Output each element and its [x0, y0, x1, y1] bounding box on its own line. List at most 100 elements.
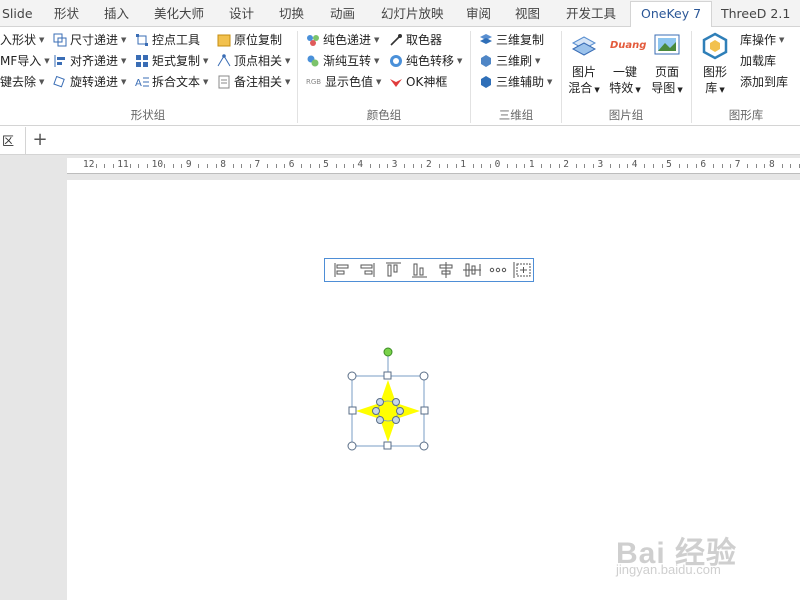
align-icon — [53, 54, 67, 68]
align-right-icon[interactable] — [355, 260, 381, 280]
ruler-tick — [181, 164, 183, 168]
threed-brush-button[interactable]: 三维刷 ▼ — [479, 51, 540, 71]
ruler-tick — [95, 164, 97, 168]
tab-design[interactable]: 设计 — [229, 0, 254, 27]
size-progress-button[interactable]: 尺寸递进 ▼ — [53, 30, 126, 50]
matrix-copy-label: 矩式复制 — [152, 54, 201, 68]
dropdown-arrow-icon: ▼ — [285, 78, 291, 86]
align-toolbar — [324, 258, 534, 282]
align-top-icon[interactable] — [381, 260, 407, 280]
tab-slideshow[interactable]: 幻灯片放映 — [381, 0, 444, 27]
page-map-button[interactable]: 页面 导图 ▼ — [647, 31, 687, 98]
document-tab[interactable]: 区 — [0, 127, 26, 155]
insert-shape-button[interactable]: 入形状 ▼ — [0, 30, 44, 50]
star-shape-selection[interactable] — [340, 340, 440, 460]
add-tab-button[interactable]: + — [30, 127, 50, 155]
show-color-value-button[interactable]: RGB 显示色值 ▼ — [306, 72, 381, 92]
resize-handle[interactable] — [347, 371, 357, 381]
threed-brush-icon — [479, 54, 493, 68]
control-point-tool-button[interactable]: 控点工具 — [135, 30, 200, 50]
resize-handle[interactable] — [347, 441, 357, 451]
matrix-copy-button[interactable]: 矩式复制 ▼ — [135, 51, 208, 71]
ok-god-frame-button[interactable]: OK神框 — [389, 72, 447, 92]
align-left-icon[interactable] — [329, 260, 355, 280]
threed-brush-label: 三维刷 — [496, 54, 533, 68]
ruler-tick — [369, 164, 371, 168]
in-place-copy-icon — [217, 33, 231, 47]
tab-threed[interactable]: ThreeD 2.1 — [721, 0, 790, 27]
tab-slide[interactable]: Slide — [2, 0, 33, 27]
size-icon[interactable] — [511, 260, 537, 280]
in-place-copy-button[interactable]: 原位复制 — [217, 30, 282, 50]
color-picker-label: 取色器 — [406, 33, 443, 47]
ruler-tick — [318, 164, 320, 168]
library-operation-button[interactable]: 库操作 ▼ — [740, 30, 784, 50]
resize-handle[interactable] — [383, 441, 392, 450]
add-to-library-button[interactable]: 添加到库 — [740, 72, 788, 92]
align-center-icon[interactable] — [433, 260, 459, 280]
solid-color-transfer-button[interactable]: 纯色转移 ▼ — [389, 51, 462, 71]
ruler-tick — [764, 164, 766, 168]
rotation-handle[interactable] — [383, 347, 393, 357]
load-library-button[interactable]: 加载库 — [740, 51, 776, 71]
shape-library-label-1: 图形 — [702, 65, 727, 79]
ruler-tick — [472, 164, 474, 168]
vertex-handle[interactable] — [396, 407, 404, 415]
tab-developer[interactable]: 开发工具 — [566, 0, 616, 27]
ruler-label: 4 — [631, 159, 638, 170]
notes-related-button[interactable]: 备注相关 ▼ — [217, 72, 290, 92]
image-blend-button[interactable]: 图片 混合 ▼ — [566, 31, 602, 98]
resize-handle[interactable] — [419, 371, 429, 381]
tab-view[interactable]: 视图 — [515, 0, 540, 27]
resize-handle[interactable] — [420, 406, 429, 415]
vertex-handle[interactable] — [372, 407, 380, 415]
tab-beautify[interactable]: 美化大师 — [154, 0, 204, 27]
dropdown-arrow-icon: ▼ — [203, 78, 209, 86]
vertex-handle[interactable] — [376, 416, 384, 424]
dropdown-arrow-icon: ▼ — [547, 78, 553, 86]
emf-import-button[interactable]: MF导入 ▼ — [0, 51, 50, 71]
tab-review[interactable]: 审阅 — [466, 0, 491, 27]
matrix-copy-icon — [135, 54, 149, 68]
image-blend-label-1: 图片 — [571, 65, 596, 79]
align-middle-icon[interactable] — [459, 260, 485, 280]
ribbon-panel: 入形状 ▼ MF导入 ▼ 键去除 ▼ 尺寸递进 ▼ 对齐递进 ▼ 旋转递进 ▼ 控点工具 矩… — [0, 27, 800, 126]
ruler-tick — [712, 164, 714, 168]
vertex-related-button[interactable]: 顶点相关 ▼ — [217, 51, 290, 71]
align-bottom-icon[interactable] — [407, 260, 433, 280]
tab-insert[interactable]: 插入 — [104, 0, 129, 27]
align-progress-button[interactable]: 对齐递进 ▼ — [53, 51, 126, 71]
distribute-icon[interactable] — [485, 260, 511, 280]
vertex-handle[interactable] — [392, 398, 400, 406]
dropdown-arrow-icon: ▼ — [44, 57, 50, 65]
control-point-tool-label: 控点工具 — [152, 33, 201, 47]
tab-shape[interactable]: 形状 — [54, 0, 79, 27]
split-merge-text-button[interactable]: A 拆合文本 ▼ — [135, 72, 208, 92]
one-key-remove-button[interactable]: 键去除 ▼ — [0, 72, 44, 92]
split-merge-text-label: 拆合文本 — [152, 75, 201, 89]
shape-library-button[interactable]: 图形 库 ▼ — [696, 31, 734, 98]
tab-onekey[interactable]: OneKey 7 — [630, 1, 713, 28]
threed-copy-icon — [479, 33, 493, 47]
ruler-tick — [687, 164, 689, 168]
tab-transition[interactable]: 切换 — [279, 0, 304, 27]
library-operation-label: 库操作 — [740, 33, 777, 47]
vertex-handle[interactable] — [392, 416, 400, 424]
solid-color-progress-button[interactable]: 纯色递进 ▼ — [306, 30, 379, 50]
color-picker-button[interactable]: 取色器 — [389, 30, 442, 50]
gradient-solid-swap-button[interactable]: 渐纯互转 ▼ — [306, 51, 379, 71]
threed-assist-button[interactable]: 三维辅助 ▼ — [479, 72, 552, 92]
group-label-color: 颜色组 — [366, 108, 402, 122]
ruler-label: 12 — [83, 159, 95, 170]
eyedropper-icon — [389, 33, 403, 47]
ruler-tick — [129, 164, 131, 168]
resize-handle[interactable] — [419, 441, 429, 451]
vertex-handle[interactable] — [376, 398, 384, 406]
resize-handle[interactable] — [348, 406, 357, 415]
one-key-effect-button[interactable]: Duang 一键 特效 ▼ — [605, 31, 646, 98]
rotate-progress-button[interactable]: 旋转递进 ▼ — [53, 72, 126, 92]
page-map-icon — [652, 31, 682, 61]
threed-copy-button[interactable]: 三维复制 — [479, 30, 544, 50]
resize-handle[interactable] — [383, 371, 392, 380]
tab-animation[interactable]: 动画 — [330, 0, 355, 27]
